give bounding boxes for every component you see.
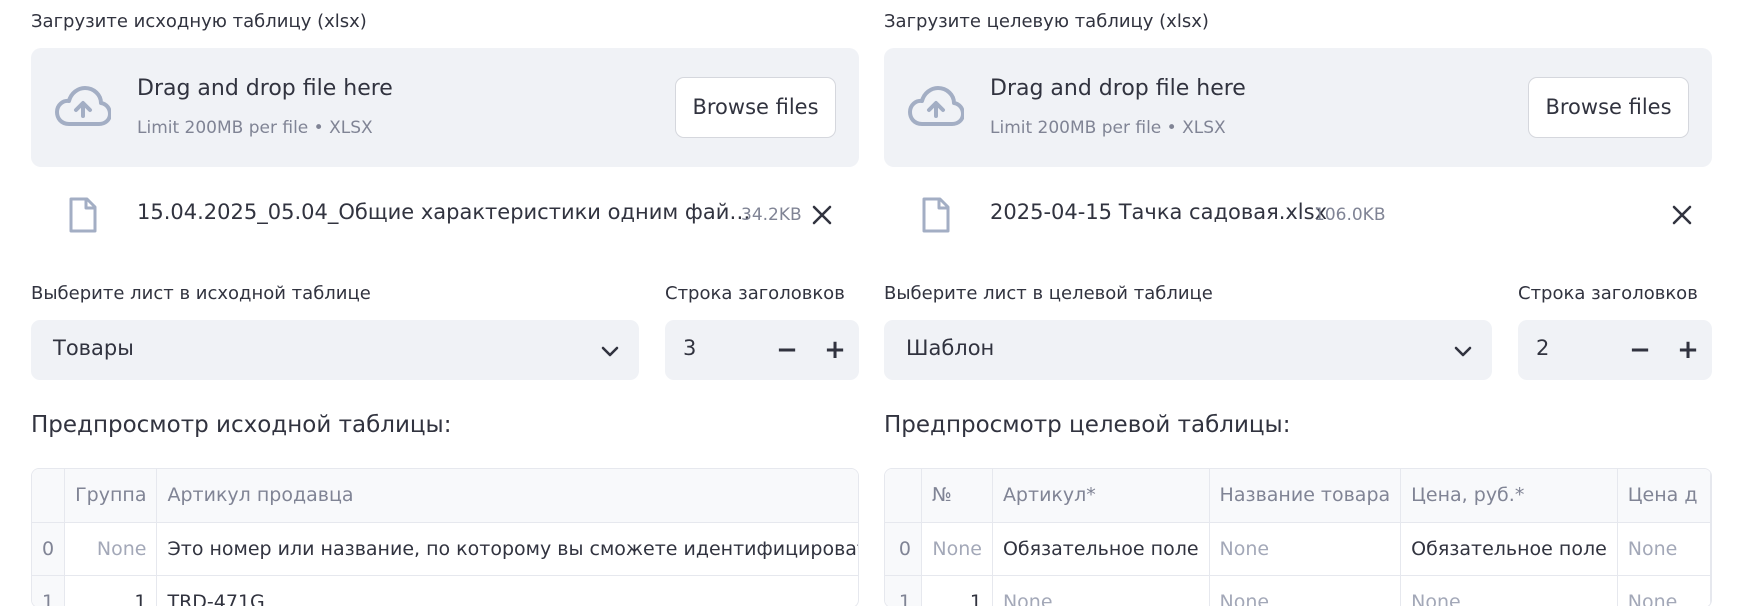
decrement-button[interactable]: − bbox=[769, 332, 805, 368]
chevron-down-icon bbox=[1454, 346, 1472, 357]
uploaded-file-size: 106.0KB bbox=[1314, 205, 1386, 225]
table-row: 1 1 None None None None bbox=[885, 575, 1711, 606]
uploaded-file-row: 2025-04-15 Тачка садовая.xlsx 106.0KB bbox=[884, 192, 1712, 238]
browse-files-button[interactable]: Browse files bbox=[1528, 77, 1689, 138]
target-file-dropzone[interactable]: Drag and drop file here Limit 200MB per … bbox=[884, 48, 1712, 167]
increment-button[interactable]: + bbox=[1670, 332, 1706, 368]
increment-button[interactable]: + bbox=[817, 332, 853, 368]
source-preview-table[interactable]: Группа Артикул продавца 0 None Это номер… bbox=[31, 468, 859, 606]
column-header[interactable]: Группа bbox=[64, 469, 158, 523]
header-row-value[interactable]: 3 bbox=[683, 336, 696, 360]
target-upload-label: Загрузите целевую таблицу (xlsx) bbox=[884, 11, 1209, 32]
dropzone-title: Drag and drop file here bbox=[137, 76, 393, 101]
remove-file-icon[interactable] bbox=[1667, 200, 1697, 230]
cloud-upload-icon bbox=[908, 86, 964, 126]
table-cell[interactable]: None bbox=[64, 522, 158, 576]
header-row-label: Строка заголовков bbox=[1518, 283, 1698, 304]
uploaded-file-size: 34.2KB bbox=[741, 205, 802, 225]
source-file-dropzone[interactable]: Drag and drop file here Limit 200MB per … bbox=[31, 48, 859, 167]
uploaded-file-name: 15.04.2025_05.04_Общие характеристики од… bbox=[137, 200, 751, 224]
decrement-button[interactable]: − bbox=[1622, 332, 1658, 368]
dropzone-title: Drag and drop file here bbox=[990, 76, 1246, 101]
browse-files-button[interactable]: Browse files bbox=[675, 77, 836, 138]
table-row: 0 None Это номер или название, по которо… bbox=[32, 522, 858, 576]
sheet-select[interactable]: Товары bbox=[31, 320, 639, 380]
sheet-select-label: Выберите лист в целевой таблице bbox=[884, 283, 1213, 304]
uploaded-file-row: 15.04.2025_05.04_Общие характеристики од… bbox=[31, 192, 859, 238]
table-cell[interactable]: Обязательное поле bbox=[1400, 522, 1618, 576]
table-cell[interactable]: 1 bbox=[921, 575, 993, 606]
sheet-select-value: Шаблон bbox=[906, 336, 995, 360]
table-header-row: Группа Артикул продавца bbox=[32, 469, 858, 523]
target-preview-title: Предпросмотр целевой таблицы: bbox=[884, 412, 1291, 438]
table-cell[interactable]: None bbox=[1209, 522, 1402, 576]
column-header[interactable] bbox=[885, 469, 922, 523]
table-cell[interactable]: TRD-471G bbox=[156, 575, 858, 606]
target-preview-table[interactable]: № Артикул* Название товара Цена, руб.* Ц… bbox=[884, 468, 1712, 606]
table-cell[interactable]: None bbox=[1400, 575, 1618, 606]
row-index: 0 bbox=[885, 522, 922, 576]
column-header[interactable]: Артикул продавца bbox=[156, 469, 858, 523]
column-header[interactable]: № bbox=[921, 469, 993, 523]
table-cell[interactable]: None bbox=[1617, 522, 1711, 576]
header-row-value[interactable]: 2 bbox=[1536, 336, 1549, 360]
chevron-down-icon bbox=[601, 346, 619, 357]
header-row-stepper[interactable]: 2 − + bbox=[1518, 320, 1712, 380]
column-header[interactable]: Цена, руб.* bbox=[1400, 469, 1618, 523]
row-index: 0 bbox=[32, 522, 66, 576]
dropzone-limit: Limit 200MB per file • XLSX bbox=[990, 118, 1226, 138]
table-cell[interactable]: Это номер или название, по которому вы с… bbox=[156, 522, 858, 576]
column-header[interactable] bbox=[32, 469, 66, 523]
column-header[interactable]: Артикул* bbox=[992, 469, 1210, 523]
target-column: Загрузите целевую таблицу (xlsx) Drag an… bbox=[884, 0, 1712, 606]
remove-file-icon[interactable] bbox=[807, 200, 837, 230]
column-header[interactable]: Название товара bbox=[1209, 469, 1402, 523]
table-cell[interactable]: None bbox=[992, 575, 1210, 606]
dropzone-limit: Limit 200MB per file • XLSX bbox=[137, 118, 373, 138]
header-row-label: Строка заголовков bbox=[665, 283, 845, 304]
row-index: 1 bbox=[885, 575, 922, 606]
sheet-select-value: Товары bbox=[53, 336, 134, 360]
source-column: Загрузите исходную таблицу (xlsx) Drag a… bbox=[31, 0, 859, 606]
sheet-select-label: Выберите лист в исходной таблице bbox=[31, 283, 371, 304]
table-cell[interactable]: Обязательное поле bbox=[992, 522, 1210, 576]
table-row: 0 None Обязательное поле None Обязательн… bbox=[885, 522, 1711, 576]
file-icon bbox=[69, 197, 97, 233]
sheet-select[interactable]: Шаблон bbox=[884, 320, 1492, 380]
table-cell[interactable]: None bbox=[1617, 575, 1711, 606]
table-cell[interactable]: 1 bbox=[64, 575, 158, 606]
source-preview-title: Предпросмотр исходной таблицы: bbox=[31, 412, 452, 438]
table-row: 1 1 TRD-471G bbox=[32, 575, 858, 606]
table-cell[interactable]: None bbox=[921, 522, 993, 576]
table-cell[interactable]: None bbox=[1209, 575, 1402, 606]
cloud-upload-icon bbox=[55, 86, 111, 126]
file-icon bbox=[922, 197, 950, 233]
header-row-stepper[interactable]: 3 − + bbox=[665, 320, 859, 380]
uploaded-file-name: 2025-04-15 Тачка садовая.xlsx bbox=[990, 200, 1328, 224]
table-header-row: № Артикул* Название товара Цена, руб.* Ц… bbox=[885, 469, 1711, 523]
column-header[interactable]: Цена д bbox=[1617, 469, 1711, 523]
source-upload-label: Загрузите исходную таблицу (xlsx) bbox=[31, 11, 367, 32]
row-index: 1 bbox=[32, 575, 66, 606]
